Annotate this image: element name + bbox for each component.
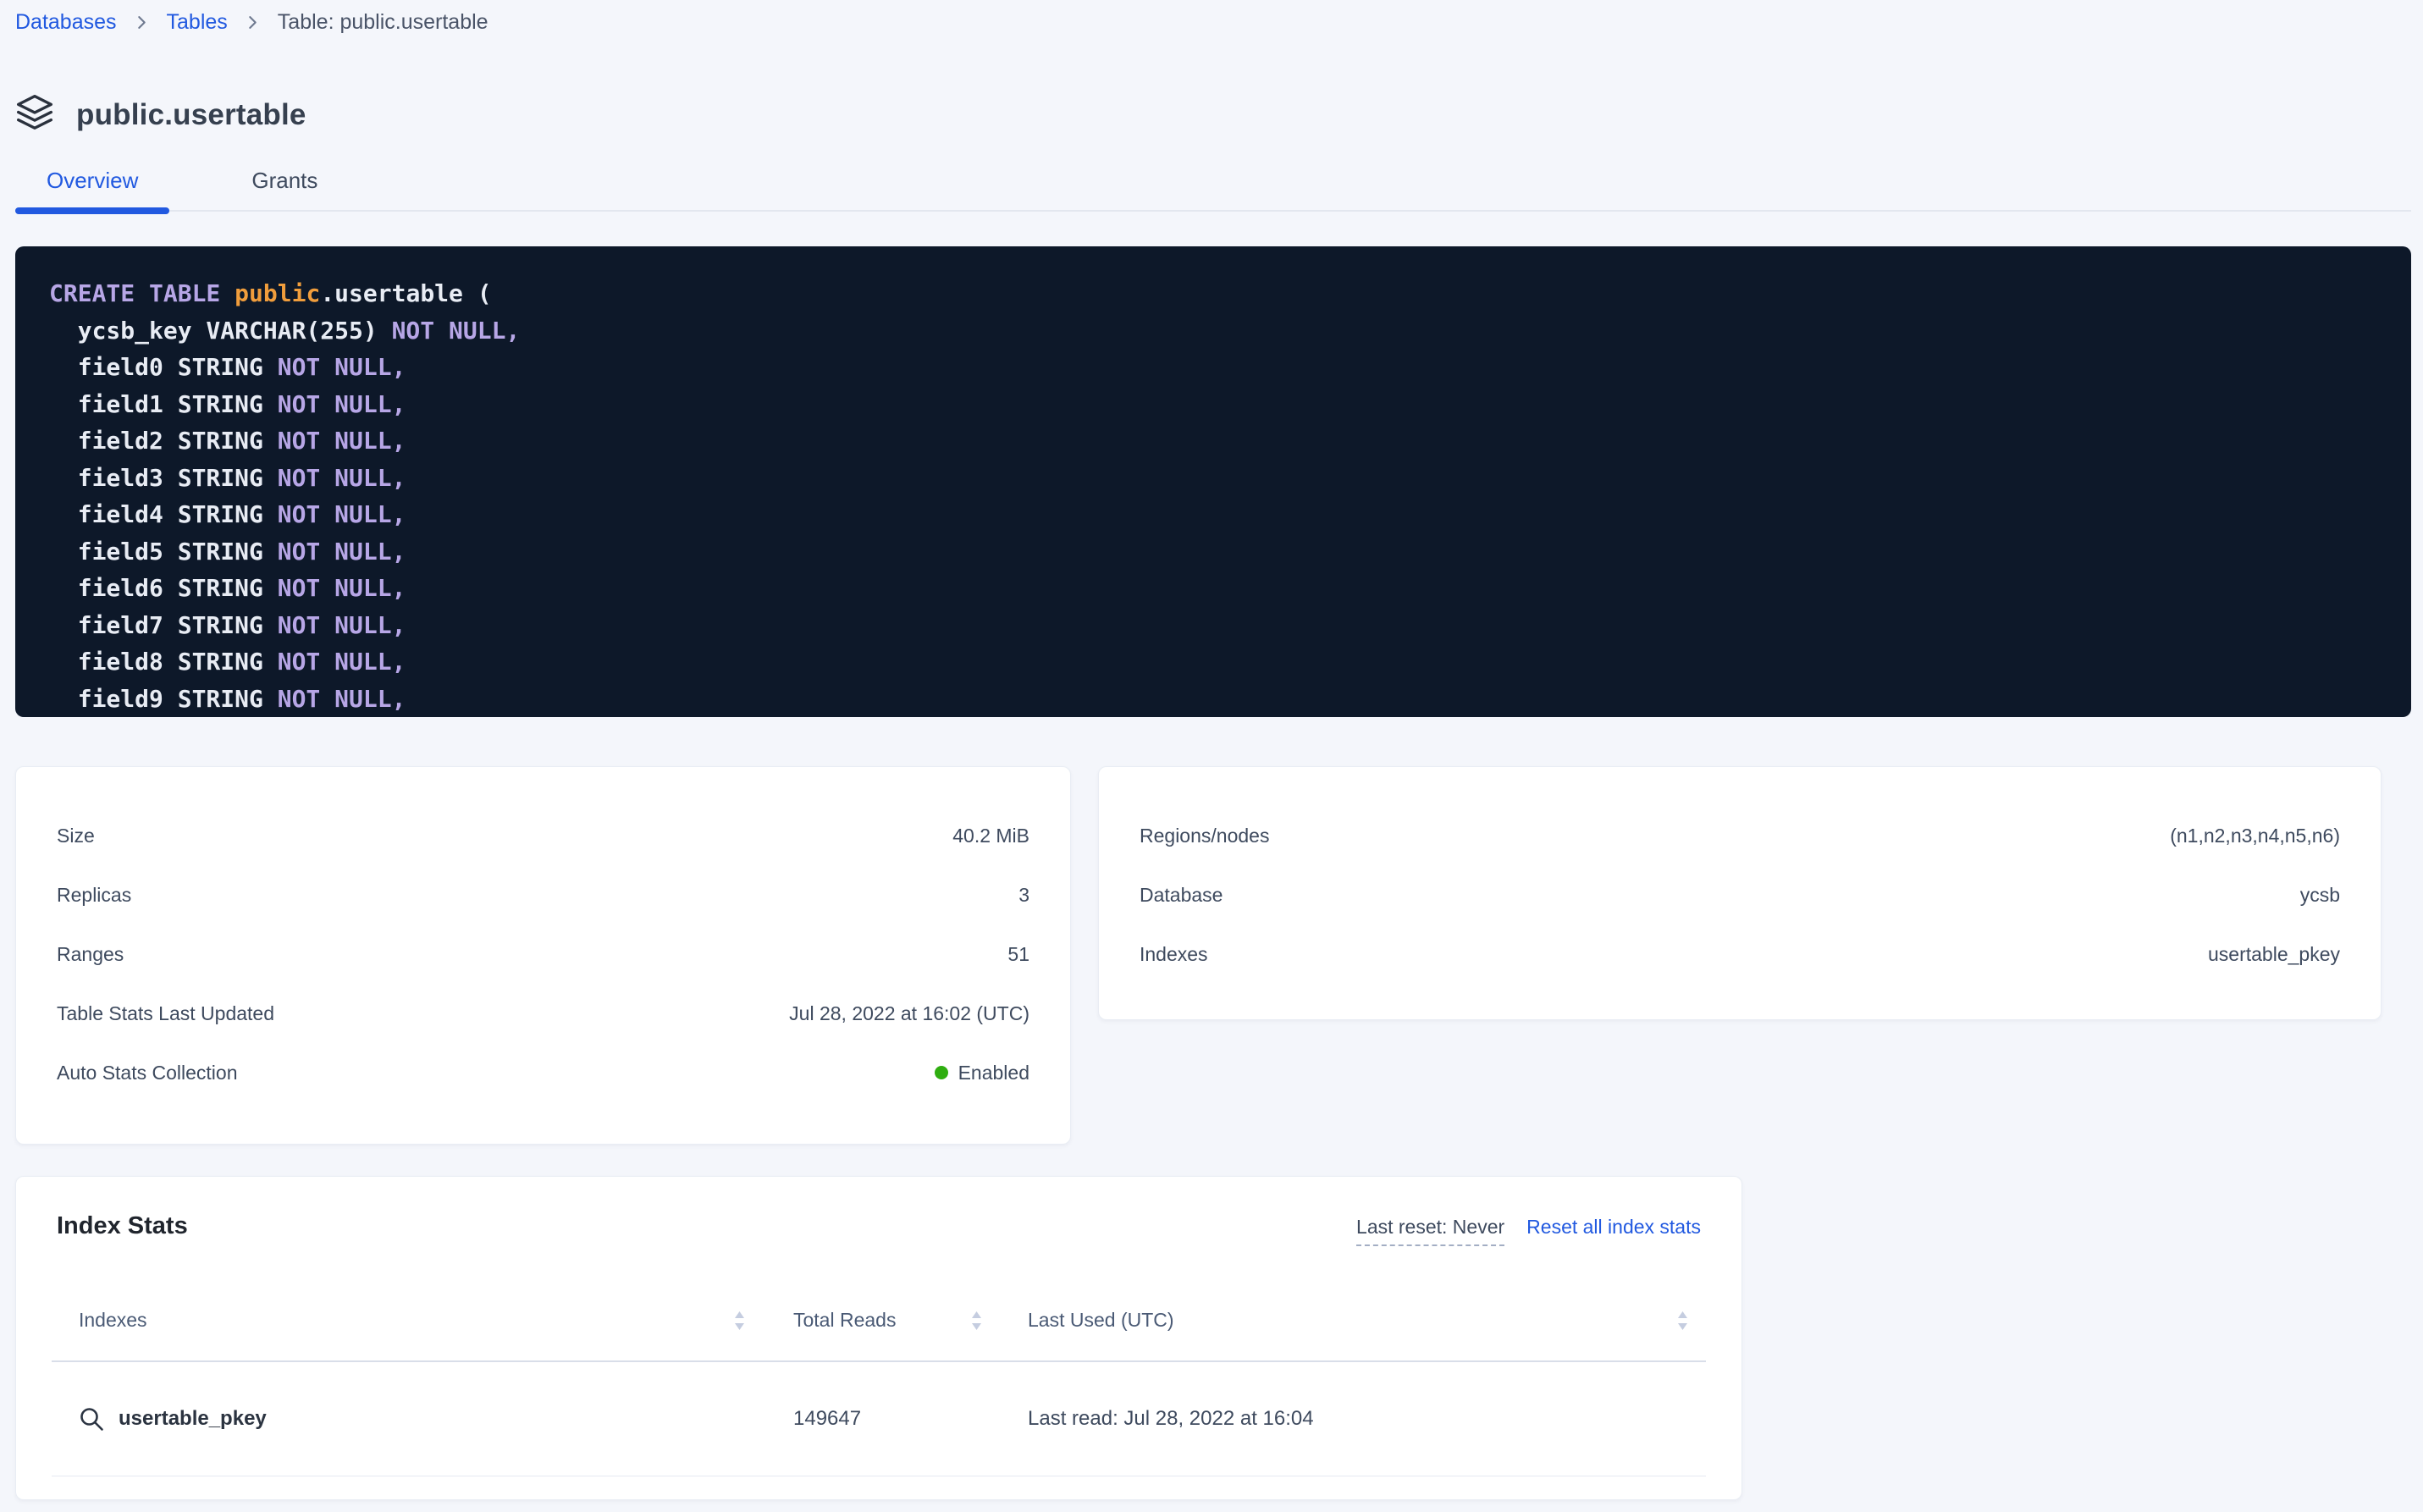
- reset-index-stats-link[interactable]: Reset all index stats: [1526, 1216, 1701, 1239]
- tab-bar: Overview Grants: [15, 152, 2411, 212]
- magnifier-icon: [79, 1406, 105, 1432]
- table-summary-card: Size 40.2 MiB Replicas 3 Ranges 51 Table Stats…: [15, 766, 1071, 1145]
- column-header-label: Indexes: [79, 1309, 147, 1332]
- stat-row: Ranges 51: [57, 924, 1029, 984]
- stat-label: Size: [57, 825, 95, 847]
- sql-line: field0 STRING NOT NULL,: [49, 349, 2377, 386]
- table-detail-page: Databases Tables Table: public.usertable…: [0, 0, 2423, 1512]
- stat-row: Regions/nodes (n1,n2,n3,n4,n5,n6): [1140, 806, 2340, 865]
- page-title: public.usertable: [76, 98, 306, 132]
- index-name-cell[interactable]: usertable_pkey: [79, 1406, 267, 1432]
- chevron-right-icon: [248, 15, 257, 30]
- stat-label: Ranges: [57, 943, 124, 966]
- index-stats-title: Index Stats: [57, 1212, 188, 1240]
- sql-line: field5 STRING NOT NULL,: [49, 533, 2377, 571]
- stat-row: Size 40.2 MiB: [57, 806, 1029, 865]
- status-dot-icon: [935, 1066, 948, 1079]
- stat-label: Regions/nodes: [1140, 825, 1269, 847]
- sql-line: field1 STRING NOT NULL,: [49, 386, 2377, 423]
- index-table-header: Indexes Total Reads Last Used (UTC): [52, 1280, 1706, 1362]
- stat-row: Table Stats Last Updated Jul 28, 2022 at …: [57, 984, 1029, 1043]
- sql-line: field7 STRING NOT NULL,: [49, 607, 2377, 644]
- column-header-indexes[interactable]: Indexes: [52, 1309, 763, 1333]
- sql-line: CREATE TABLE public.usertable (: [49, 275, 2377, 312]
- index-stats-toolbar: Last reset: Never Reset all index stats: [1356, 1216, 1701, 1246]
- stat-value: 40.2 MiB: [952, 825, 1029, 847]
- page-header: public.usertable: [15, 93, 306, 136]
- index-table-body: usertable_pkey 149647 Last read: Jul 28, 2…: [52, 1362, 1706, 1476]
- column-header-label: Total Reads: [793, 1309, 896, 1332]
- sort-icon[interactable]: [970, 1309, 983, 1333]
- tab-overview[interactable]: Overview: [15, 152, 169, 210]
- tab-grants[interactable]: Grants: [220, 152, 349, 210]
- table-details-card: Regions/nodes (n1,n2,n3,n4,n5,n6) Database…: [1098, 766, 2382, 1020]
- stat-label: Auto Stats Collection: [57, 1062, 238, 1084]
- stat-row: Auto Stats Collection Enabled: [57, 1043, 1029, 1102]
- stat-value: 51: [1007, 943, 1029, 966]
- stat-row: Indexes usertable_pkey: [1140, 924, 2340, 984]
- breadcrumb-databases[interactable]: Databases: [15, 10, 117, 35]
- sql-line: field6 STRING NOT NULL,: [49, 570, 2377, 607]
- sql-line: field4 STRING NOT NULL,: [49, 496, 2377, 533]
- stat-row: Database ycsb: [1140, 865, 2340, 924]
- stat-label: Database: [1140, 884, 1223, 907]
- sql-code-block[interactable]: CREATE TABLE public.usertable ( ycsb_key…: [15, 246, 2411, 717]
- sort-icon[interactable]: [1676, 1309, 1689, 1333]
- index-name[interactable]: usertable_pkey: [119, 1407, 267, 1431]
- breadcrumb-tables[interactable]: Tables: [167, 10, 228, 35]
- stat-value: (n1,n2,n3,n4,n5,n6): [2170, 825, 2340, 847]
- sql-line: field9 STRING NOT NULL,: [49, 681, 2377, 718]
- stat-value: Jul 28, 2022 at 16:02 (UTC): [789, 1002, 1029, 1025]
- column-header-last-used-utc-[interactable]: Last Used (UTC): [996, 1309, 1706, 1333]
- stat-label: Table Stats Last Updated: [57, 1002, 274, 1025]
- stat-row: Replicas 3: [57, 865, 1029, 924]
- sql-text: CREATE TABLE public.usertable ( ycsb_key…: [49, 275, 2377, 717]
- table-layers-icon: [15, 93, 54, 136]
- index-stats-table: Indexes Total Reads Last Used (UTC) userta…: [52, 1280, 1706, 1476]
- breadcrumb: Databases Tables Table: public.usertable: [15, 10, 488, 35]
- sql-line: ycsb_key VARCHAR(255) NOT NULL,: [49, 312, 2377, 350]
- total-reads-value: 149647: [793, 1407, 861, 1431]
- chevron-right-icon: [137, 15, 146, 30]
- breadcrumb-current-table: Table: public.usertable: [278, 10, 488, 35]
- index-stats-header: Index Stats Last reset: Never Reset all …: [50, 1212, 1708, 1246]
- stat-value: ycsb: [2300, 884, 2340, 907]
- column-header-label: Last Used (UTC): [1028, 1309, 1174, 1332]
- sql-line: field2 STRING NOT NULL,: [49, 422, 2377, 460]
- stat-label: Indexes: [1140, 943, 1208, 966]
- last-used-value: Last read: Jul 28, 2022 at 16:04: [1028, 1407, 1314, 1431]
- last-reset-label: Last reset: Never: [1356, 1216, 1504, 1246]
- sql-line: field8 STRING NOT NULL,: [49, 643, 2377, 681]
- sort-icon[interactable]: [733, 1309, 746, 1333]
- stat-label: Replicas: [57, 884, 131, 907]
- index-table-row: usertable_pkey 149647 Last read: Jul 28, 2…: [52, 1362, 1706, 1476]
- stat-value: 3: [1018, 884, 1029, 907]
- stat-value: usertable_pkey: [2208, 943, 2340, 966]
- index-stats-card: Index Stats Last reset: Never Reset all …: [15, 1176, 1742, 1500]
- stat-value: Enabled: [935, 1062, 1029, 1084]
- sql-line: field3 STRING NOT NULL,: [49, 460, 2377, 497]
- column-header-total-reads[interactable]: Total Reads: [763, 1309, 996, 1333]
